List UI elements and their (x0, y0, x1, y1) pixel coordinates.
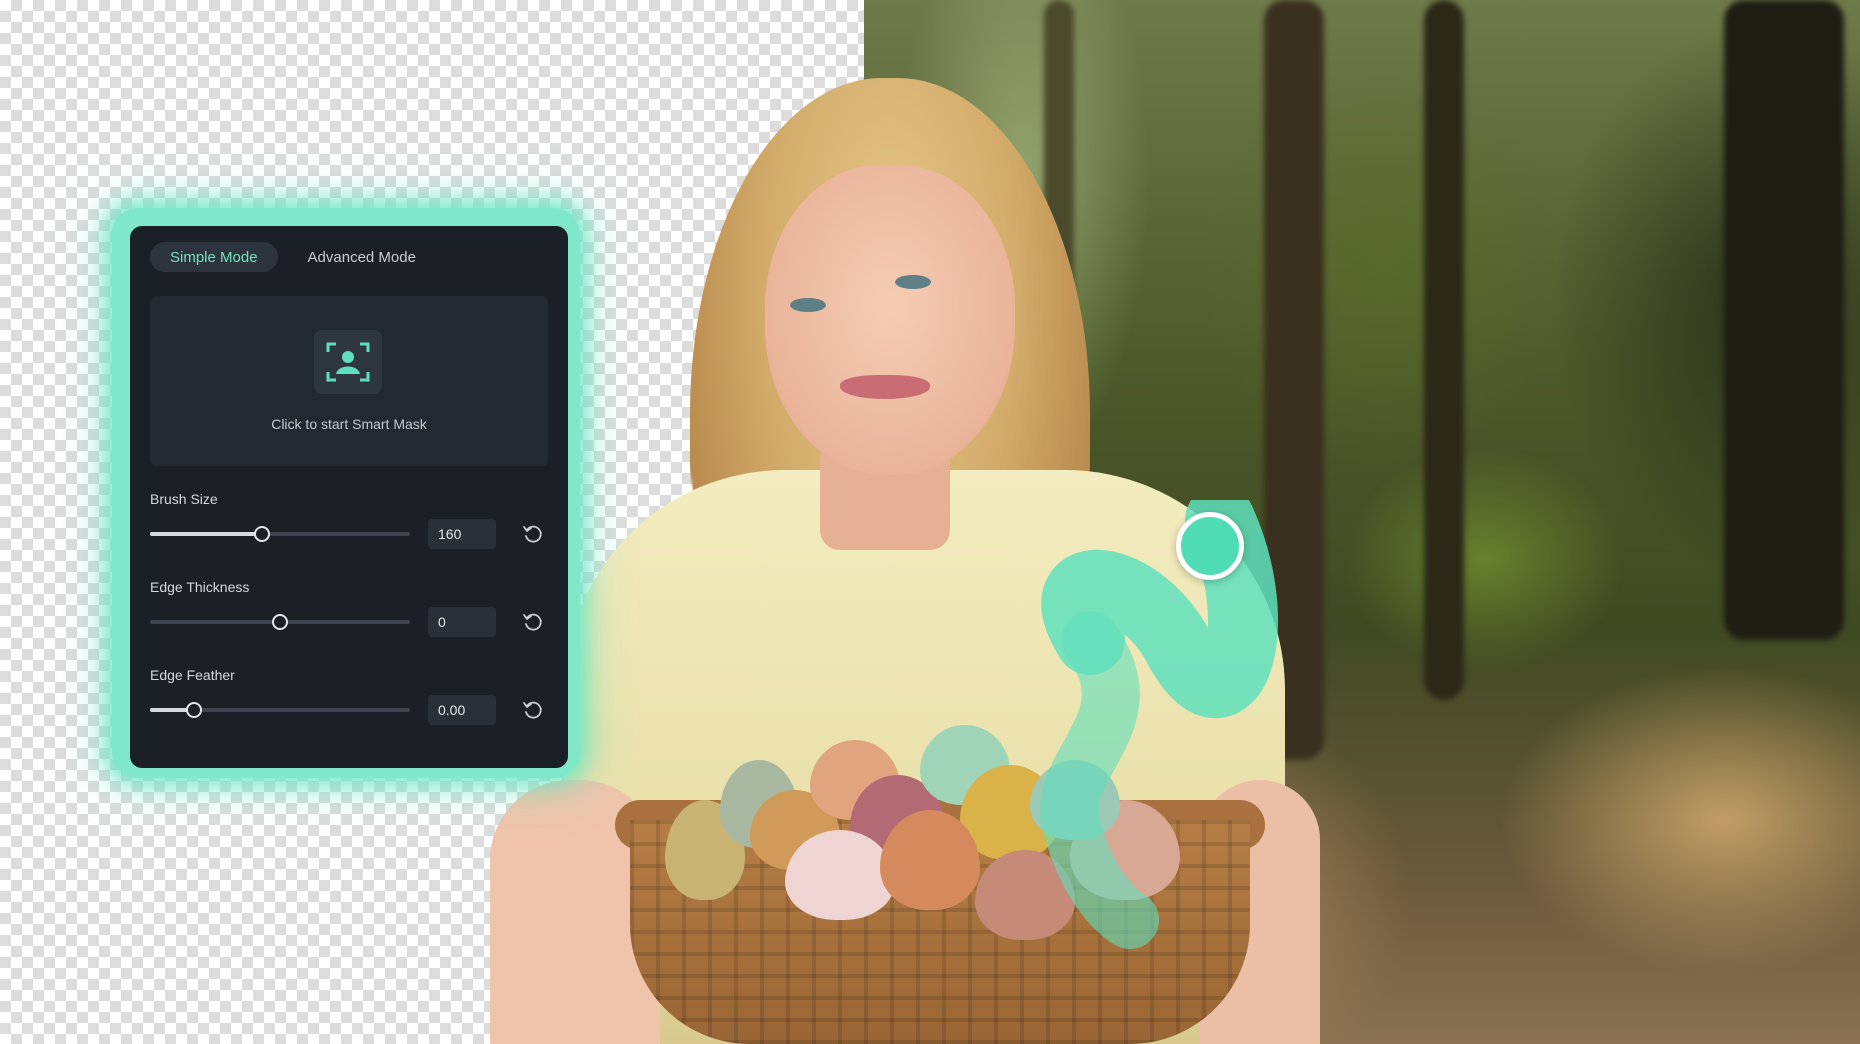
person-frame-icon (314, 330, 382, 394)
edge-thickness-control: Edge Thickness 0 (150, 579, 548, 637)
brush-size-label: Brush Size (150, 491, 218, 507)
reset-icon[interactable] (522, 699, 544, 721)
edge-feather-label: Edge Feather (150, 667, 235, 683)
smart-mask-label: Click to start Smart Mask (271, 416, 427, 432)
edge-thickness-slider[interactable] (150, 614, 410, 630)
tab-advanced-mode[interactable]: Advanced Mode (288, 242, 436, 272)
brush-size-control: Brush Size 160 (150, 491, 548, 549)
smart-mask-button[interactable]: Click to start Smart Mask (150, 296, 548, 466)
edge-thickness-slider-knob[interactable] (272, 614, 288, 630)
edge-feather-control: Edge Feather 0.00 (150, 667, 548, 725)
mode-tabs: Simple Mode Advanced Mode (150, 242, 436, 272)
edge-feather-input[interactable]: 0.00 (428, 695, 496, 725)
edge-feather-slider-knob[interactable] (186, 702, 203, 718)
brush-stroke (1040, 500, 1278, 949)
reset-icon[interactable] (522, 523, 544, 545)
smart-mask-panel: Simple Mode Advanced Mode Click to start… (130, 226, 568, 768)
edge-feather-slider[interactable] (150, 702, 410, 718)
brush-size-slider[interactable] (150, 526, 410, 542)
brush-cursor-handle[interactable] (1176, 512, 1244, 580)
edge-thickness-input[interactable]: 0 (428, 607, 496, 637)
tab-simple-mode[interactable]: Simple Mode (150, 242, 278, 272)
brush-size-slider-knob[interactable] (253, 526, 270, 542)
brush-size-input[interactable]: 160 (428, 519, 496, 549)
reset-icon[interactable] (522, 611, 544, 633)
edge-thickness-label: Edge Thickness (150, 579, 250, 595)
